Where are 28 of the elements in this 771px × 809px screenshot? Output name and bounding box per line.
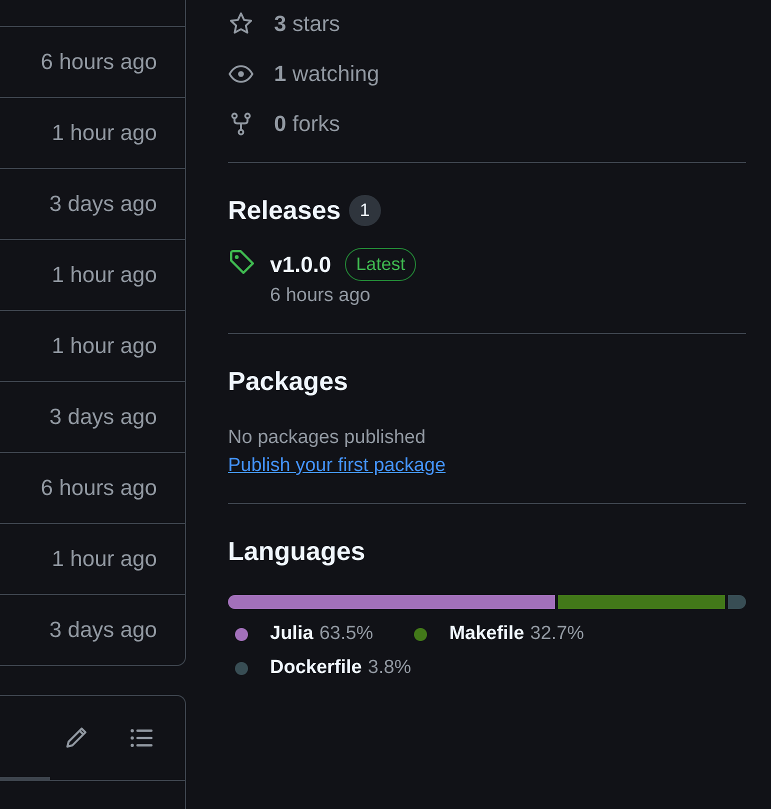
release-time: 6 hours ago	[270, 285, 370, 307]
section-heading: Packages	[228, 366, 349, 397]
commit-time: 6 hours ago	[40, 475, 157, 501]
commit-time: 6 hours ago	[40, 49, 157, 75]
stat-link[interactable]: 3 stars	[274, 11, 340, 37]
section-heading: Releases	[228, 195, 341, 226]
commit-time: 1 hour ago	[52, 262, 157, 288]
stat-link[interactable]: 1 watching	[274, 61, 380, 87]
latest-badge: Latest	[345, 248, 416, 281]
tag-icon	[228, 248, 256, 276]
packages-text: No packages published	[228, 427, 427, 449]
language-name: Dockerfile	[270, 657, 362, 679]
section-heading: Languages	[228, 536, 366, 567]
language-name: Makefile	[449, 623, 524, 645]
release-link[interactable]: v1.0.0	[270, 252, 332, 278]
publish-package-link[interactable]: Publish your first package	[228, 455, 446, 477]
count-badge: 1	[348, 195, 381, 226]
commit-time: 1 hour ago	[52, 120, 157, 146]
commit-time: 3 days ago	[49, 617, 157, 643]
stat-link[interactable]: 0 forks	[274, 111, 340, 137]
language-percent: 32.7%	[530, 623, 584, 645]
language-name: Julia	[270, 623, 314, 645]
commit-time: 3 days ago	[49, 191, 157, 217]
commit-time: 3 days ago	[49, 404, 157, 430]
commit-time: 1 hour ago	[52, 546, 157, 572]
commit-time: 1 hour ago	[52, 333, 157, 359]
language-percent: 3.8%	[368, 657, 412, 679]
language-percent: 63.5%	[319, 623, 374, 645]
